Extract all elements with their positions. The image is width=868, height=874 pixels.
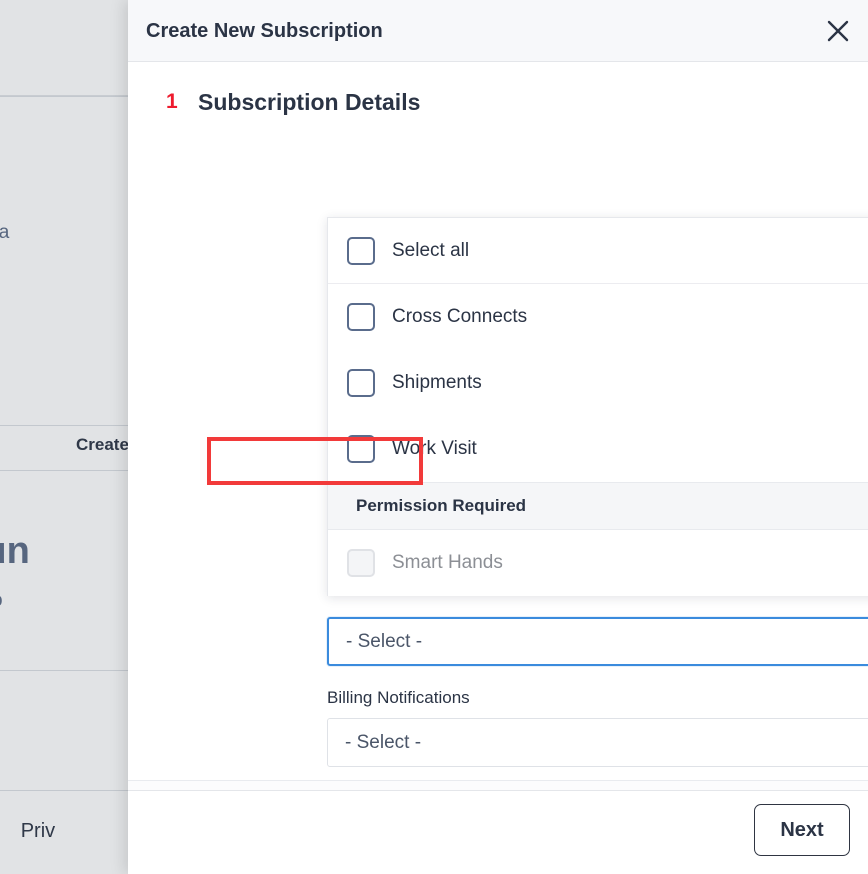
notification-types-select-value: - Select - [346,630,423,652]
checkbox-work-visit[interactable] [347,435,375,463]
notification-types-select[interactable]: - Select - [327,617,868,666]
dropdown-group-header-permission-required: Permission Required [328,482,868,530]
billing-notifications-select-value: - Select - [345,731,422,753]
close-button[interactable] [818,11,858,51]
checkbox-cross-connects[interactable] [347,303,375,331]
dropdown-option-shipments[interactable]: Shipments [328,350,868,416]
dropdown-option-cross-connects[interactable]: Cross Connects [328,284,868,350]
billing-notifications-select[interactable]: - Select - [327,718,868,767]
close-icon [826,19,850,43]
form-fields: - Select - Billing Notifications - Selec… [327,617,868,767]
dropdown-option-label: Cross Connects [392,306,528,327]
dropdown-option-label: Shipments [392,372,482,393]
checkbox-shipments[interactable] [347,369,375,397]
step-1-label: Subscription Details [198,89,421,115]
create-subscription-modal: Create New Subscription 1 Subscription D… [128,0,868,874]
modal-header: Create New Subscription [128,0,868,62]
dropdown-option-label: Smart Hands [392,552,503,573]
dropdown-option-smart-hands: Smart Hands [328,530,868,596]
dropdown-option-work-visit[interactable]: Work Visit [328,416,868,482]
modal-footer: Next [128,790,868,874]
step-1-header: 1 Subscription Details [128,62,868,126]
dropdown-option-select-all[interactable]: Select all [328,218,868,284]
checkbox-smart-hands [347,549,375,577]
step-2-section[interactable] [128,780,868,790]
checkbox-select-all[interactable] [347,236,375,265]
dropdown-option-label: Select all [392,239,470,261]
screen: hannels in just a Create on Foun ons wil… [0,0,868,874]
modal-title: Create New Subscription [146,20,383,42]
next-button[interactable]: Next [754,804,850,856]
billing-notifications-label: Billing Notifications [327,688,470,707]
step-1-number: 1 [166,90,178,113]
dropdown-option-label: Work Visit [392,438,477,459]
modal-body: 1 Subscription Details Select all Cross … [128,62,868,790]
notification-types-dropdown-panel: Select all Cross Connects Shipments Work… [327,217,868,596]
